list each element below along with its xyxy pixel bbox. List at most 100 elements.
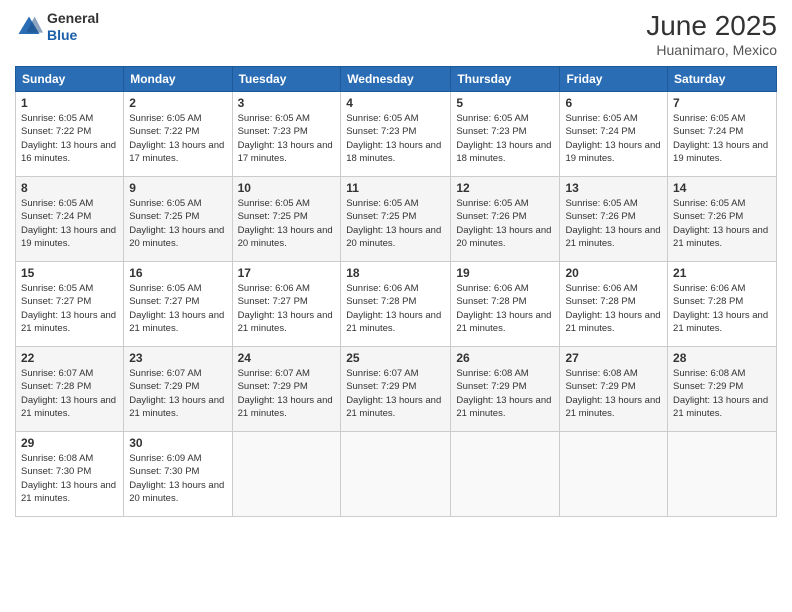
col-wednesday: Wednesday xyxy=(341,67,451,92)
table-row: 23Sunrise: 6:07 AMSunset: 7:29 PMDayligh… xyxy=(124,347,232,432)
sunset-text: Sunset: 7:22 PM xyxy=(129,126,199,137)
table-row: 30Sunrise: 6:09 AMSunset: 7:30 PMDayligh… xyxy=(124,432,232,517)
daylight-text: Daylight: 13 hours and 20 minutes. xyxy=(238,225,333,249)
sunset-text: Sunset: 7:28 PM xyxy=(673,296,743,307)
sunset-text: Sunset: 7:23 PM xyxy=(238,126,308,137)
day-info: Sunrise: 6:05 AMSunset: 7:25 PMDaylight:… xyxy=(238,197,336,250)
day-number: 9 xyxy=(129,181,226,195)
day-info: Sunrise: 6:05 AM Sunset: 7:25 PM Daylight:… xyxy=(129,197,226,250)
sunset-text: Sunset: 7:24 PM xyxy=(565,126,635,137)
col-friday: Friday xyxy=(560,67,668,92)
table-row: 25Sunrise: 6:07 AMSunset: 7:29 PMDayligh… xyxy=(341,347,451,432)
daylight-text: Daylight: 13 hours and 17 minutes. xyxy=(129,140,224,164)
sunset-text: Sunset: 7:27 PM xyxy=(238,296,308,307)
day-info: Sunrise: 6:07 AMSunset: 7:29 PMDaylight:… xyxy=(346,367,445,420)
table-row: 20Sunrise: 6:06 AMSunset: 7:28 PMDayligh… xyxy=(560,262,668,347)
day-number: 22 xyxy=(21,351,118,365)
sunrise-text: Sunrise: 6:06 AM xyxy=(565,283,637,294)
daylight-text: Daylight: 13 hours and 18 minutes. xyxy=(456,140,551,164)
day-info: Sunrise: 6:05 AMSunset: 7:26 PMDaylight:… xyxy=(673,197,771,250)
col-sunday: Sunday xyxy=(16,67,124,92)
daylight-text: Daylight: 13 hours and 19 minutes. xyxy=(565,140,660,164)
table-row: 9 Sunrise: 6:05 AM Sunset: 7:25 PM Daylight… xyxy=(124,177,232,262)
daylight-text: Daylight: 13 hours and 21 minutes. xyxy=(129,310,224,334)
day-info: Sunrise: 6:05 AM Sunset: 7:22 PM Daylight:… xyxy=(129,112,226,165)
table-row xyxy=(451,432,560,517)
day-info: Sunrise: 6:06 AM Sunset: 7:28 PM Daylight:… xyxy=(673,282,771,335)
day-number: 27 xyxy=(565,351,662,365)
table-row: 24Sunrise: 6:07 AMSunset: 7:29 PMDayligh… xyxy=(232,347,341,432)
daylight-text: Daylight: 13 hours and 21 minutes. xyxy=(346,395,441,419)
daylight-text: Daylight: 13 hours and 21 minutes. xyxy=(565,225,660,249)
daylight-text: Daylight: 13 hours and 21 minutes. xyxy=(673,310,768,334)
daylight-text: Daylight: 13 hours and 21 minutes. xyxy=(21,310,116,334)
sunrise-text: Sunrise: 6:06 AM xyxy=(346,283,418,294)
logo-icon xyxy=(15,13,43,41)
day-number: 6 xyxy=(565,96,662,110)
table-row: 11Sunrise: 6:05 AMSunset: 7:25 PMDayligh… xyxy=(341,177,451,262)
table-row: 26Sunrise: 6:08 AMSunset: 7:29 PMDayligh… xyxy=(451,347,560,432)
sunset-text: Sunset: 7:25 PM xyxy=(346,211,416,222)
sunset-text: Sunset: 7:24 PM xyxy=(21,211,91,222)
table-row: 5Sunrise: 6:05 AMSunset: 7:23 PMDaylight… xyxy=(451,92,560,177)
daylight-text: Daylight: 13 hours and 21 minutes. xyxy=(565,395,660,419)
table-row: 1Sunrise: 6:05 AMSunset: 7:22 PMDaylight… xyxy=(16,92,124,177)
sunrise-text: Sunrise: 6:05 AM xyxy=(129,198,201,209)
daylight-text: Daylight: 13 hours and 20 minutes. xyxy=(346,225,441,249)
sunrise-text: Sunrise: 6:05 AM xyxy=(129,113,201,124)
day-info: Sunrise: 6:05 AMSunset: 7:26 PMDaylight:… xyxy=(565,197,662,250)
daylight-text: Daylight: 13 hours and 21 minutes. xyxy=(129,395,224,419)
col-thursday: Thursday xyxy=(451,67,560,92)
daylight-text: Daylight: 13 hours and 21 minutes. xyxy=(565,310,660,334)
sunrise-text: Sunrise: 6:05 AM xyxy=(238,198,310,209)
day-info: Sunrise: 6:05 AMSunset: 7:24 PMDaylight:… xyxy=(21,197,118,250)
sunrise-text: Sunrise: 6:05 AM xyxy=(21,113,93,124)
calendar-week-row: 29Sunrise: 6:08 AMSunset: 7:30 PMDayligh… xyxy=(16,432,777,517)
day-info: Sunrise: 6:05 AMSunset: 7:23 PMDaylight:… xyxy=(238,112,336,165)
daylight-text: Daylight: 13 hours and 20 minutes. xyxy=(129,225,224,249)
day-info: Sunrise: 6:06 AMSunset: 7:28 PMDaylight:… xyxy=(456,282,554,335)
daylight-text: Daylight: 13 hours and 21 minutes. xyxy=(21,480,116,504)
sunrise-text: Sunrise: 6:07 AM xyxy=(129,368,201,379)
day-info: Sunrise: 6:05 AMSunset: 7:27 PMDaylight:… xyxy=(129,282,226,335)
header: General Blue June 2025 Huanimaro, Mexico xyxy=(15,10,777,58)
day-number: 17 xyxy=(238,266,336,280)
day-number: 24 xyxy=(238,351,336,365)
daylight-text: Daylight: 13 hours and 19 minutes. xyxy=(673,140,768,164)
daylight-text: Daylight: 13 hours and 17 minutes. xyxy=(238,140,333,164)
sunset-text: Sunset: 7:29 PM xyxy=(346,381,416,392)
sunset-text: Sunset: 7:25 PM xyxy=(129,211,199,222)
table-row: 16Sunrise: 6:05 AMSunset: 7:27 PMDayligh… xyxy=(124,262,232,347)
day-info: Sunrise: 6:05 AMSunset: 7:24 PMDaylight:… xyxy=(673,112,771,165)
sunset-text: Sunset: 7:29 PM xyxy=(129,381,199,392)
calendar-header-row: Sunday Monday Tuesday Wednesday Thursday… xyxy=(16,67,777,92)
sunrise-text: Sunrise: 6:05 AM xyxy=(565,198,637,209)
table-row: 3Sunrise: 6:05 AMSunset: 7:23 PMDaylight… xyxy=(232,92,341,177)
table-row: 14Sunrise: 6:05 AMSunset: 7:26 PMDayligh… xyxy=(668,177,777,262)
sunrise-text: Sunrise: 6:06 AM xyxy=(673,283,745,294)
sunset-text: Sunset: 7:27 PM xyxy=(21,296,91,307)
logo-text: General Blue xyxy=(47,10,99,44)
sunset-text: Sunset: 7:22 PM xyxy=(21,126,91,137)
sunrise-text: Sunrise: 6:05 AM xyxy=(346,198,418,209)
title-area: June 2025 Huanimaro, Mexico xyxy=(646,10,777,58)
sunset-text: Sunset: 7:26 PM xyxy=(673,211,743,222)
sunrise-text: Sunrise: 6:05 AM xyxy=(21,283,93,294)
table-row: 6Sunrise: 6:05 AMSunset: 7:24 PMDaylight… xyxy=(560,92,668,177)
day-number: 19 xyxy=(456,266,554,280)
day-info: Sunrise: 6:05 AMSunset: 7:22 PMDaylight:… xyxy=(21,112,118,165)
day-number: 14 xyxy=(673,181,771,195)
logo-general: General xyxy=(47,10,99,27)
table-row xyxy=(668,432,777,517)
day-number: 13 xyxy=(565,181,662,195)
page: General Blue June 2025 Huanimaro, Mexico… xyxy=(0,0,792,612)
daylight-text: Daylight: 13 hours and 21 minutes. xyxy=(346,310,441,334)
day-number: 20 xyxy=(565,266,662,280)
daylight-text: Daylight: 13 hours and 21 minutes. xyxy=(456,395,551,419)
day-info: Sunrise: 6:07 AM Sunset: 7:29 PM Daylight:… xyxy=(129,367,226,420)
table-row: 12Sunrise: 6:05 AMSunset: 7:26 PMDayligh… xyxy=(451,177,560,262)
sunrise-text: Sunrise: 6:05 AM xyxy=(673,198,745,209)
day-info: Sunrise: 6:09 AMSunset: 7:30 PMDaylight:… xyxy=(129,452,226,505)
daylight-text: Daylight: 13 hours and 21 minutes. xyxy=(456,310,551,334)
sunset-text: Sunset: 7:29 PM xyxy=(673,381,743,392)
